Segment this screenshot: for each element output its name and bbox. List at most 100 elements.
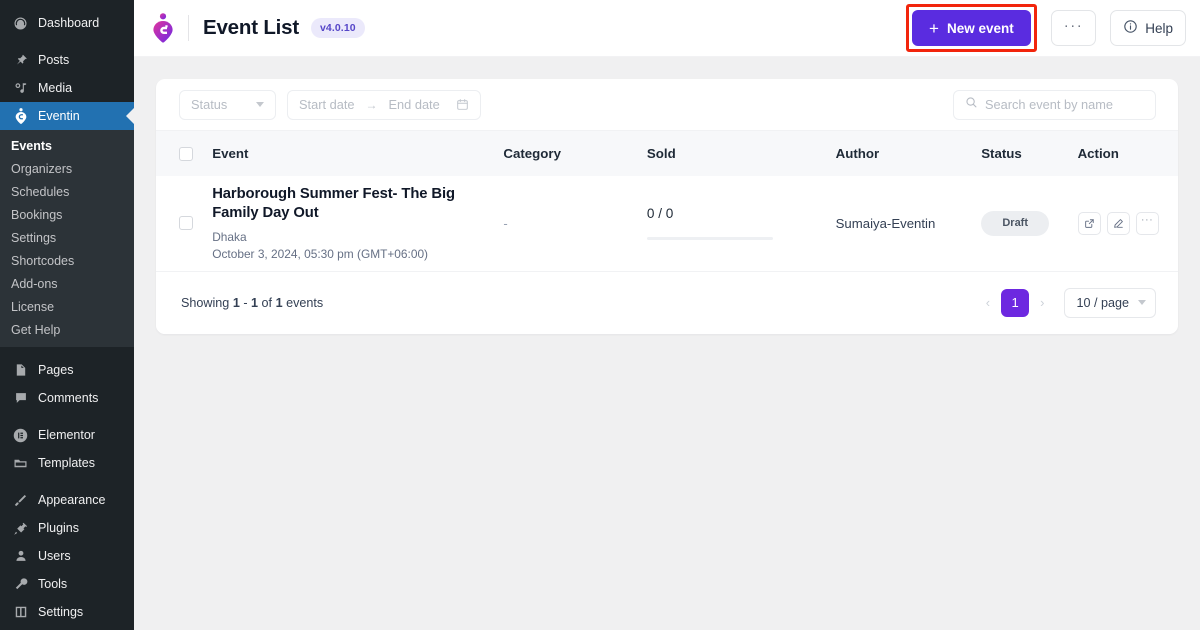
sidebar-item-settings[interactable]: Settings (0, 598, 134, 626)
submenu-label: License (11, 299, 55, 314)
events-card: Status Start date → End date Search even… (156, 79, 1178, 334)
sold-cell: 0 / 0 (646, 176, 836, 271)
templates-icon (11, 454, 30, 473)
sidebar-item-eventin[interactable]: Eventin (0, 102, 134, 130)
submenu-item-addons[interactable]: Add-ons (0, 272, 134, 295)
column-header-category[interactable]: Category (503, 131, 647, 176)
showing-suffix: events (282, 295, 324, 310)
appearance-icon (11, 491, 30, 510)
row-select-cell (156, 176, 212, 271)
sold-value: 0 / 0 (646, 206, 674, 222)
column-header-author[interactable]: Author (836, 131, 982, 176)
author-name: Sumaiya-Eventin (835, 215, 936, 231)
sidebar-item-plugins[interactable]: Plugins (0, 514, 134, 542)
per-page-label: 10 / page (1076, 295, 1129, 310)
prev-page-button[interactable]: ‹ (984, 295, 992, 310)
new-event-button[interactable]: + New event (912, 10, 1031, 46)
category-cell: - (503, 176, 647, 271)
submenu-item-schedules[interactable]: Schedules (0, 180, 134, 203)
showing-dash: - (239, 295, 252, 310)
help-button[interactable]: Help (1110, 10, 1186, 46)
media-icon (11, 79, 30, 98)
sidebar-item-templates[interactable]: Templates (0, 449, 134, 477)
pagination: ‹ 1 › 10 / page (984, 287, 1156, 318)
sidebar-item-label: Dashboard (38, 16, 100, 30)
select-all-checkbox[interactable] (179, 146, 193, 161)
plugins-icon (11, 519, 30, 538)
submenu-item-bookings[interactable]: Bookings (0, 203, 134, 226)
table-footer: Showing 1 - 1 of 1 events ‹ 1 › 10 / pag… (156, 271, 1178, 334)
column-header-event[interactable]: Event (212, 131, 503, 176)
pin-icon (11, 51, 30, 70)
sidebar-item-dashboard[interactable]: Dashboard (0, 9, 134, 37)
submenu-label: Shortcodes (11, 253, 75, 268)
sidebar-item-media[interactable]: Media (0, 74, 134, 102)
submenu-item-gethelp[interactable]: Get Help (0, 318, 134, 341)
status-badge[interactable]: Draft (981, 210, 1050, 236)
start-date-placeholder: Start date (299, 97, 355, 112)
submenu-label: Settings (11, 230, 57, 245)
sidebar-item-pages[interactable]: Pages (0, 356, 134, 384)
tools-icon (11, 575, 30, 594)
showing-mid: of (258, 295, 276, 310)
new-event-highlight-annotation: + New event (906, 4, 1037, 52)
version-badge: v4.0.10 (310, 18, 365, 38)
sidebar-item-label: Templates (38, 456, 95, 470)
event-title[interactable]: Harborough Summer Fest- The Big Family D… (212, 185, 470, 223)
sidebar-item-users[interactable]: Users (0, 542, 134, 570)
search-area (953, 89, 1156, 120)
sold-progress-bar (646, 237, 773, 241)
sidebar-item-label: Media (38, 81, 73, 95)
showing-prefix: Showing (181, 295, 233, 310)
info-icon (1123, 19, 1138, 37)
page-1-button[interactable]: 1 (1001, 288, 1030, 317)
select-all-header (156, 131, 212, 176)
sidebar-item-label: Elementor (38, 428, 95, 442)
calendar-icon (456, 98, 469, 111)
more-options-button[interactable]: ··· (1050, 10, 1097, 46)
new-event-label: New event (946, 20, 1014, 36)
submenu-item-events[interactable]: Events (0, 134, 134, 157)
sidebar-item-posts[interactable]: Posts (0, 46, 134, 74)
event-datetime: October 3, 2024, 05:30 pm (GMT+06:00) (212, 247, 429, 262)
plus-icon: + (929, 18, 939, 38)
edit-icon[interactable] (1106, 211, 1130, 235)
author-cell: Sumaiya-Eventin (836, 176, 982, 271)
showing-from: 1 (232, 295, 240, 310)
header-actions: + New event ··· Help (906, 4, 1186, 52)
status-cell: Draft (981, 176, 1077, 271)
search-input[interactable] (985, 97, 1144, 112)
row-checkbox[interactable] (179, 216, 193, 231)
action-cell: ··· (1077, 176, 1178, 271)
sidebar-item-label: Posts (38, 53, 70, 67)
ellipsis-icon: ··· (1063, 17, 1084, 34)
more-icon[interactable]: ··· (1135, 211, 1159, 235)
category-value: - (503, 215, 508, 231)
submenu-item-organizers[interactable]: Organizers (0, 157, 134, 180)
next-page-button[interactable]: › (1038, 295, 1046, 310)
sidebar-item-label: Plugins (38, 521, 79, 535)
submenu-item-license[interactable]: License (0, 295, 134, 318)
event-location: Dhaka (212, 230, 247, 245)
column-header-sold[interactable]: Sold (647, 131, 836, 176)
submenu-item-shortcodes[interactable]: Shortcodes (0, 249, 134, 272)
event-cell: Harborough Summer Fest- The Big Family D… (212, 176, 503, 271)
table-head: Event Category Sold Author Status Action (156, 131, 1178, 176)
external-link-icon[interactable] (1077, 211, 1101, 235)
sidebar-item-elementor[interactable]: Elementor (0, 421, 134, 449)
status-filter-select[interactable]: Status (179, 89, 276, 120)
per-page-select[interactable]: 10 / page (1064, 287, 1156, 318)
column-header-status[interactable]: Status (981, 131, 1077, 176)
content-area: Status Start date → End date Search even… (134, 57, 1200, 334)
dashboard-icon (11, 14, 30, 33)
sidebar-item-appearance[interactable]: Appearance (0, 486, 134, 514)
sidebar-item-tools[interactable]: Tools (0, 570, 134, 598)
sidebar-item-comments[interactable]: Comments (0, 384, 134, 412)
date-range-picker[interactable]: Start date → End date (287, 89, 481, 120)
showing-to: 1 (251, 295, 259, 310)
chevron-down-icon (256, 102, 264, 107)
submenu-item-settings[interactable]: Settings (0, 226, 134, 249)
header-divider (188, 15, 189, 41)
search-box[interactable] (953, 89, 1156, 120)
table-header-row: Event Category Sold Author Status Action (156, 131, 1178, 176)
